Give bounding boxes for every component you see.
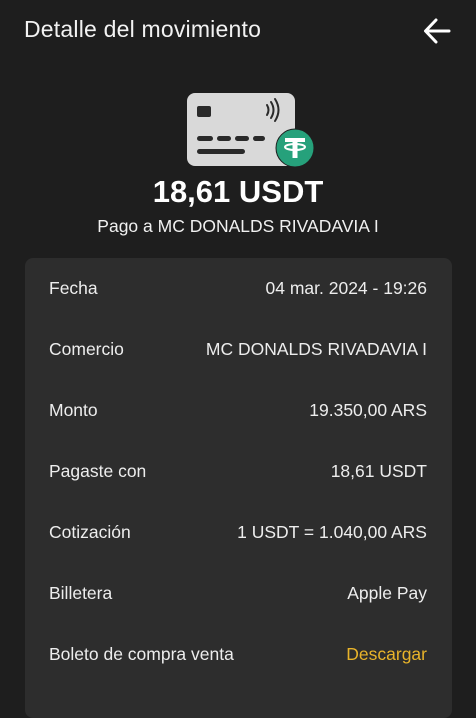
transaction-description: Pago a MC DONALDS RIVADAVIA I [97,216,379,236]
detail-row-comercio: Comercio MC DONALDS RIVADAVIA I [25,319,452,380]
download-receipt-link[interactable]: Descargar [346,644,427,665]
detail-label: Fecha [49,278,98,298]
detail-row-monto: Monto 19.350,00 ARS [25,380,452,441]
detail-label: Monto [49,400,98,420]
detail-row-fecha: Fecha 04 mar. 2024 - 19:26 [25,258,452,319]
transaction-amount: 18,61 USDT [152,174,324,209]
detail-value: 1 USDT = 1.040,00 ARS [237,522,427,542]
details-card: Fecha 04 mar. 2024 - 19:26 Comercio MC D… [25,258,452,718]
detail-value: 18,61 USDT [330,461,427,481]
back-button[interactable] [420,14,454,48]
page-title: Detalle del movimiento [24,16,262,42]
arrow-left-icon [424,18,451,44]
detail-label: Pagaste con [49,461,147,481]
detail-row-pagaste-con: Pagaste con 18,61 USDT [25,441,452,502]
transaction-hero [0,88,476,170]
detail-row-cotizacion: Cotización 1 USDT = 1.040,00 ARS [25,502,452,563]
detail-row-boleto: Boleto de compra venta Descargar [25,624,452,685]
detail-row-billetera: Billetera Apple Pay [25,563,452,624]
card-icon-group [173,88,315,170]
detail-label: Billetera [49,583,113,603]
top-bar: Detalle del movimiento [0,0,476,64]
tether-icon [275,128,315,168]
detail-value: Apple Pay [347,583,427,603]
detail-value: 04 mar. 2024 - 19:26 [265,278,428,298]
detail-label: Cotización [49,522,131,542]
detail-label: Comercio [49,339,124,359]
detail-value: MC DONALDS RIVADAVIA I [205,339,427,359]
detail-value: 19.350,00 ARS [309,400,427,420]
detail-label: Boleto de compra venta [49,644,234,664]
